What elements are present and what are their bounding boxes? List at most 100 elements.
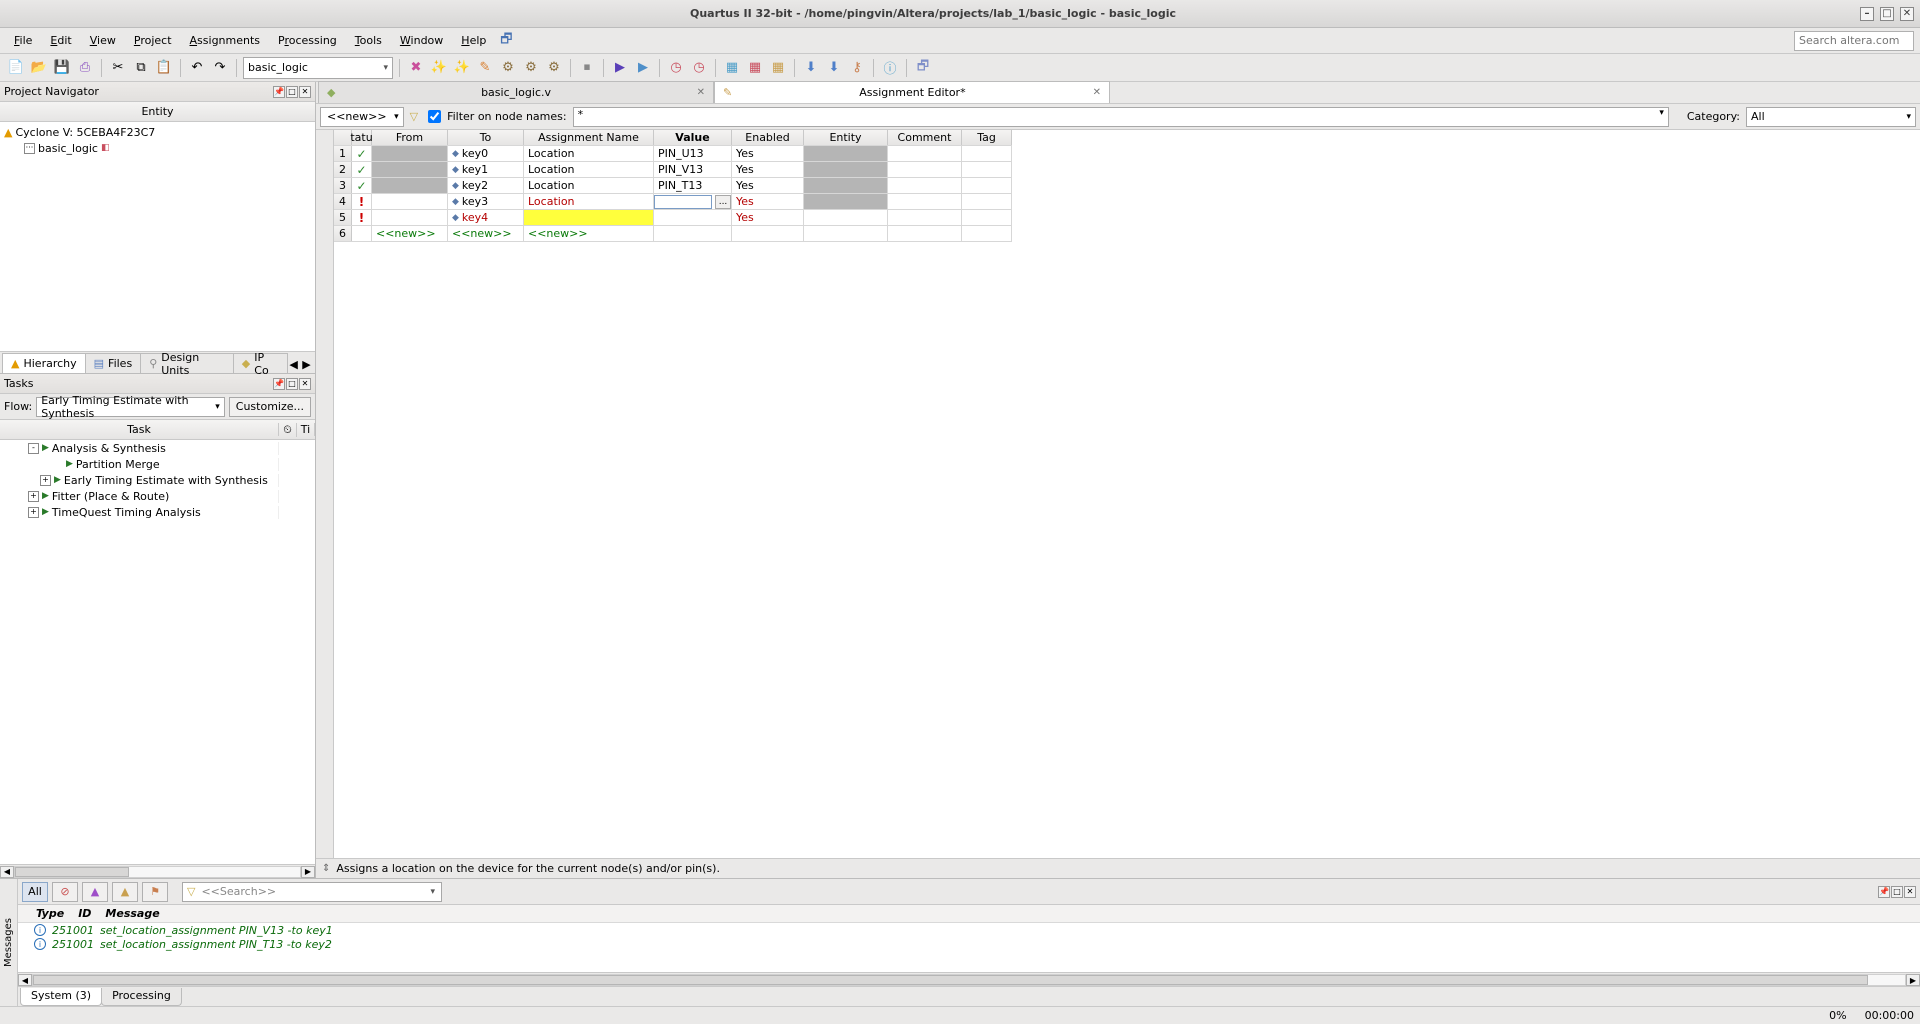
chip3-icon[interactable]: ▦	[768, 58, 788, 78]
value-cell[interactable]: ...	[654, 194, 732, 209]
assignment-name-cell[interactable]	[524, 210, 654, 225]
nav-tabs-left-arrow[interactable]: ◀	[287, 355, 300, 373]
comment-cell[interactable]	[888, 146, 962, 161]
to-cell[interactable]: ◆key0	[448, 146, 524, 161]
gears-icon[interactable]: ⚙	[498, 58, 518, 78]
entity-cell[interactable]	[804, 210, 888, 225]
hscroll-right-arrow[interactable]: ▶	[301, 866, 315, 878]
new-file-icon[interactable]: 📄	[6, 58, 26, 78]
from-cell[interactable]	[372, 178, 448, 193]
clock2-icon[interactable]: ◷	[689, 58, 709, 78]
menu-window[interactable]: Window	[392, 31, 451, 50]
assignment-name-cell[interactable]: Location	[524, 194, 654, 209]
messages-max-icon[interactable]: □	[1891, 886, 1903, 898]
messages-filter-critical-icon[interactable]: ▲	[82, 882, 108, 902]
entity-cell[interactable]	[804, 226, 888, 241]
enabled-cell[interactable]: Yes	[732, 162, 804, 177]
run-icon[interactable]: ▶	[42, 491, 49, 501]
stop-icon[interactable]: ⏹	[577, 58, 597, 78]
expander-icon[interactable]: ···	[24, 143, 35, 154]
wand-icon[interactable]: ✨	[429, 58, 449, 78]
run-icon[interactable]: ▶	[42, 443, 49, 453]
project-tree[interactable]: ▲ Cyclone V: 5CEBA4F23C7 ··· basic_logic…	[0, 122, 315, 351]
customize-button[interactable]: Customize...	[229, 397, 311, 417]
to-cell[interactable]: ◆key3	[448, 194, 524, 209]
tab-close-icon[interactable]: ✕	[697, 87, 705, 98]
col-tag[interactable]: Tag	[962, 130, 1012, 145]
col-enabled[interactable]: Enabled	[732, 130, 804, 145]
value-cell[interactable]: PIN_U13	[654, 146, 732, 161]
tasks-tree[interactable]: -▶Analysis & Synthesis▶Partition Merge+▶…	[0, 440, 315, 864]
help-web-icon[interactable]: 🗗	[496, 31, 516, 51]
tasks-close-icon[interactable]: ✕	[299, 378, 311, 390]
tree-entity-row[interactable]: ··· basic_logic ◧	[0, 140, 315, 156]
editor-tab-assignment-editor[interactable]: ✎ Assignment Editor* ✕	[714, 81, 1110, 103]
to-cell[interactable]: ◆key4	[448, 210, 524, 225]
from-cell[interactable]	[372, 210, 448, 225]
tag-cell[interactable]	[962, 146, 1012, 161]
download2-icon[interactable]: ⬇	[824, 58, 844, 78]
expander-icon[interactable]: +	[28, 491, 39, 502]
collapse-icon[interactable]: ⇕	[322, 863, 330, 874]
chip2-icon[interactable]: ▦	[745, 58, 765, 78]
col-comment[interactable]: Comment	[888, 130, 962, 145]
paste-icon[interactable]: 📋	[154, 58, 174, 78]
col-from[interactable]: From	[372, 130, 448, 145]
tasks-pin-icon[interactable]: 📌	[273, 378, 285, 390]
new-assignment-combo[interactable]: <<new>>	[320, 107, 404, 127]
table-row[interactable]: 1✓◆key0LocationPIN_U13Yes	[334, 146, 1012, 162]
info-icon[interactable]: ⓘ	[880, 58, 900, 78]
expander-icon[interactable]: +	[28, 507, 39, 518]
gears2-icon[interactable]: ⚙	[521, 58, 541, 78]
enabled-cell[interactable]	[732, 226, 804, 241]
task-row[interactable]: +▶Fitter (Place & Route)	[0, 488, 315, 504]
to-cell[interactable]: ◆key2	[448, 178, 524, 193]
col-value[interactable]: Value	[654, 130, 732, 145]
editor-tab-basic-logic-v[interactable]: ◆ basic_logic.v ✕	[318, 81, 714, 103]
menu-assignments[interactable]: Assignments	[182, 31, 269, 50]
assignment-grid[interactable]: tatu From To Assignment Name Value Enabl…	[334, 130, 1012, 858]
redo-icon[interactable]: ↷	[210, 58, 230, 78]
save-icon[interactable]: 💾	[52, 58, 72, 78]
from-cell[interactable]	[372, 194, 448, 209]
filter-checkbox[interactable]	[428, 110, 441, 123]
task-row[interactable]: -▶Analysis & Synthesis	[0, 440, 315, 456]
enabled-cell[interactable]: Yes	[732, 146, 804, 161]
value-input[interactable]	[654, 195, 712, 209]
value-cell[interactable]: PIN_V13	[654, 162, 732, 177]
project-combo[interactable]: basic_logic	[243, 57, 393, 79]
tree-device-row[interactable]: ▲ Cyclone V: 5CEBA4F23C7	[0, 124, 315, 140]
expander-icon[interactable]: +	[40, 475, 51, 486]
assignment-name-cell[interactable]: Location	[524, 162, 654, 177]
messages-list[interactable]: i251001set_location_assignment PIN_V13 -…	[18, 923, 1920, 972]
enabled-cell[interactable]: Yes	[732, 178, 804, 193]
value-cell[interactable]	[654, 226, 732, 241]
table-row[interactable]: 2✓◆key1LocationPIN_V13Yes	[334, 162, 1012, 178]
menu-help[interactable]: Help	[453, 31, 494, 50]
from-cell[interactable]	[372, 162, 448, 177]
menu-processing[interactable]: Processing	[270, 31, 345, 50]
tab-close-icon[interactable]: ✕	[1093, 87, 1101, 98]
messages-filter-warning-icon[interactable]: ▲	[112, 882, 138, 902]
run-icon[interactable]: ▶	[42, 507, 49, 517]
search-altera-input[interactable]	[1794, 31, 1914, 51]
assignment-name-cell[interactable]: Location	[524, 178, 654, 193]
tag-cell[interactable]	[962, 210, 1012, 225]
task-row[interactable]: ▶Partition Merge	[0, 456, 315, 472]
task-row[interactable]: +▶Early Timing Estimate with Synthesis	[0, 472, 315, 488]
from-cell[interactable]	[372, 146, 448, 161]
col-entity[interactable]: Entity	[804, 130, 888, 145]
tree-icon[interactable]: ⚷	[847, 58, 867, 78]
msg-hscroll-right[interactable]: ▶	[1906, 974, 1920, 986]
expander-icon[interactable]: -	[28, 443, 39, 454]
messages-tab-system[interactable]: System (3)	[20, 988, 102, 1006]
table-row[interactable]: 6<<new>><<new>><<new>>	[334, 226, 1012, 242]
msg-hscroll-left[interactable]: ◀	[18, 974, 32, 986]
copy-icon[interactable]: ⧉	[131, 58, 151, 78]
col-status[interactable]: tatu	[352, 130, 372, 145]
menu-edit[interactable]: Edit	[42, 31, 79, 50]
link-icon[interactable]: 🗗	[913, 58, 933, 78]
comment-cell[interactable]	[888, 210, 962, 225]
menu-tools[interactable]: Tools	[347, 31, 390, 50]
enabled-cell[interactable]: Yes	[732, 210, 804, 225]
